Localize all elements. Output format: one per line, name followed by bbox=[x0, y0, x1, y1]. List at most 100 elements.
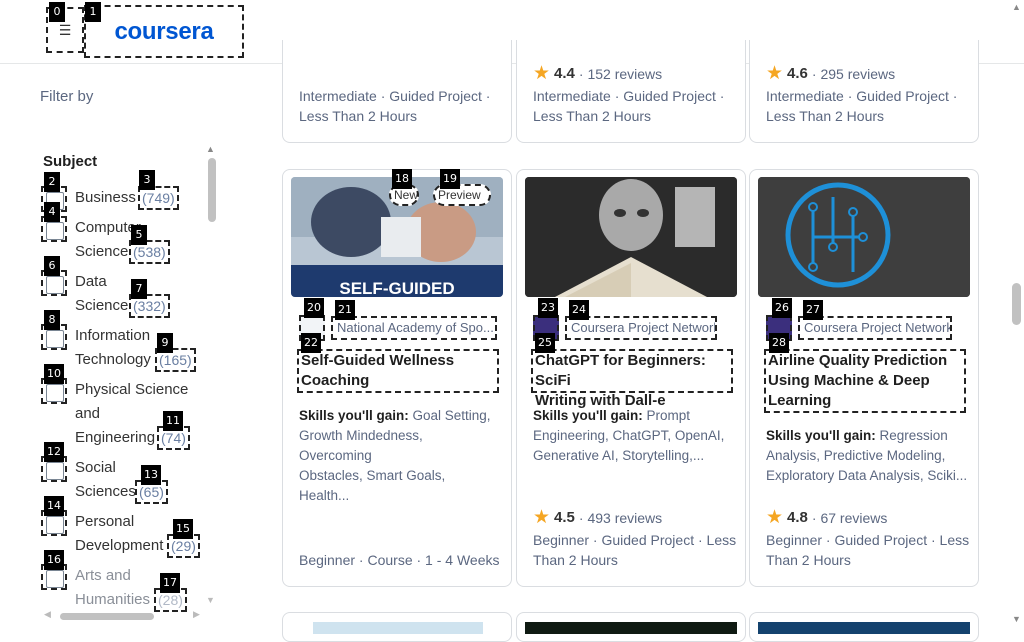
course-title-link[interactable]: Airline Quality Prediction Using Machine… bbox=[764, 349, 966, 413]
subject-option-label: Arts and bbox=[75, 567, 131, 584]
marker-badge: 26 bbox=[772, 298, 792, 318]
marker-badge: 14 bbox=[44, 496, 64, 516]
sidebar-scroll-down-arrow[interactable]: ▼ bbox=[206, 595, 215, 605]
star-icon: ★ bbox=[766, 63, 784, 84]
card-meta: Than 2 Hours bbox=[533, 552, 618, 568]
coursera-logo[interactable]: coursera bbox=[84, 5, 244, 58]
course-card[interactable]: ★ 4.4 · 152 reviews Intermediate · Guide… bbox=[516, 40, 746, 143]
marker-badge: 8 bbox=[44, 310, 60, 330]
sidebar-scrollbar-thumb[interactable] bbox=[208, 158, 216, 222]
marker-badge: 25 bbox=[535, 333, 555, 353]
svg-text:SELF-GUIDED: SELF-GUIDED bbox=[339, 279, 454, 297]
course-thumbnail bbox=[525, 622, 737, 634]
page-scroll-down-arrow[interactable]: ▼ bbox=[1012, 614, 1021, 624]
subject-option-label: Data bbox=[75, 273, 107, 290]
subject-option-label: Social bbox=[75, 459, 116, 476]
skills-text: Skills you'll gain: Goal Setting, Growth… bbox=[299, 408, 491, 503]
marker-badge: 0 bbox=[49, 2, 65, 22]
marker-badge: 7 bbox=[131, 279, 147, 299]
course-card[interactable]: SELF-GUIDED New Preview National Academy… bbox=[282, 169, 512, 587]
card-meta: Less Than 2 Hours bbox=[766, 108, 885, 124]
sidebar-scroll-left-arrow[interactable]: ◀ bbox=[44, 609, 51, 620]
page-scrollbar-thumb[interactable] bbox=[1012, 283, 1021, 325]
subject-option-label: Information bbox=[75, 327, 151, 344]
card-rating: ★ 4.5 · 493 reviews bbox=[533, 507, 663, 528]
thumbnail-image bbox=[525, 177, 737, 297]
page-scroll-up-arrow[interactable]: ▲ bbox=[1012, 2, 1021, 12]
subject-option-label: Engineering bbox=[75, 429, 156, 446]
marker-badge: 19 bbox=[440, 169, 460, 189]
subject-option-label: and bbox=[75, 405, 101, 422]
star-icon: ★ bbox=[533, 63, 551, 84]
subject-option-label: Technology bbox=[75, 351, 151, 368]
course-card[interactable] bbox=[749, 612, 979, 642]
marker-badge: 27 bbox=[803, 300, 823, 320]
marker-badge: 10 bbox=[44, 364, 64, 384]
card-meta: Intermediate · Guided Project · bbox=[533, 88, 725, 104]
course-thumbnail bbox=[758, 622, 970, 634]
card-meta: Beginner · Guided Project · Less bbox=[533, 532, 737, 548]
marker-badge: 23 bbox=[538, 298, 558, 318]
card-rating: ★ 4.6 · 295 reviews bbox=[766, 63, 896, 84]
filter-by-label: Filter by bbox=[40, 88, 94, 105]
subject-option-label: Development bbox=[75, 537, 164, 554]
marker-badge: 6 bbox=[44, 256, 60, 276]
circuit-brain-icon bbox=[758, 177, 970, 297]
marker-badge: 18 bbox=[392, 169, 412, 189]
marker-badge: 2 bbox=[44, 172, 60, 192]
course-card[interactable]: ★ 4.6 · 295 reviews Intermediate · Guide… bbox=[749, 40, 979, 143]
subject-option-label: Personal bbox=[75, 513, 135, 530]
course-thumbnail bbox=[758, 177, 970, 297]
marker-badge: 12 bbox=[44, 442, 64, 462]
marker-badge: 15 bbox=[173, 519, 193, 539]
marker-badge: 9 bbox=[157, 333, 173, 353]
course-thumbnail bbox=[313, 622, 483, 634]
marker-badge: 13 bbox=[141, 465, 161, 485]
card-meta: Intermediate · Guided Project · bbox=[766, 88, 958, 104]
partner-name[interactable]: National Academy of Spo... bbox=[331, 316, 497, 340]
card-meta: Beginner · Course · 1 - 4 Weeks bbox=[299, 552, 500, 568]
course-title-link[interactable]: Self-Guided Wellness Coaching bbox=[297, 349, 499, 393]
course-card[interactable]: Coursera Project Network Airline Quality… bbox=[749, 169, 979, 587]
subject-option-label: Science bbox=[75, 243, 129, 260]
card-meta: Less Than 2 Hours bbox=[299, 108, 418, 124]
skills-text: Skills you'll gain: Prompt Engineering, … bbox=[533, 408, 725, 463]
subject-option-label: Science bbox=[75, 297, 129, 314]
marker-badge: 24 bbox=[569, 300, 589, 320]
sidebar-scroll-up-arrow[interactable]: ▲ bbox=[206, 144, 215, 154]
card-meta: Beginner · Guided Project · Less bbox=[766, 532, 970, 548]
marker-badge: 16 bbox=[44, 550, 64, 570]
marker-badge: 4 bbox=[44, 202, 60, 222]
marker-badge: 17 bbox=[160, 573, 180, 593]
star-icon: ★ bbox=[766, 507, 784, 528]
course-thumbnail bbox=[525, 177, 737, 297]
sidebar-scroll-right-arrow[interactable]: ▶ bbox=[193, 609, 200, 620]
course-card[interactable] bbox=[282, 612, 512, 642]
course-card[interactable]: Intermediate · Guided Project · Less Tha… bbox=[282, 40, 512, 143]
card-meta: Intermediate · Guided Project · bbox=[299, 88, 491, 104]
subject-option-label: Business bbox=[75, 189, 136, 206]
card-meta: Less Than 2 Hours bbox=[533, 108, 652, 124]
course-card[interactable] bbox=[516, 612, 746, 642]
course-title-link[interactable]: ChatGPT for Beginners: SciFi Writing wit… bbox=[531, 349, 733, 409]
marker-badge: 28 bbox=[769, 333, 789, 353]
card-rating: ★ 4.8 · 67 reviews bbox=[766, 507, 888, 528]
subject-option-label: Sciences bbox=[75, 483, 136, 500]
star-icon: ★ bbox=[533, 507, 551, 528]
subject-option-label: Physical Science bbox=[75, 381, 189, 398]
course-card[interactable]: Coursera Project Network ChatGPT for Beg… bbox=[516, 169, 746, 587]
skills-text: Skills you'll gain: Regression Analysis,… bbox=[766, 428, 968, 483]
marker-badge: 3 bbox=[139, 170, 155, 190]
subject-heading: Subject bbox=[43, 153, 98, 170]
marker-badge: 11 bbox=[163, 411, 183, 431]
sidebar-horizontal-scrollbar-thumb[interactable] bbox=[60, 613, 154, 620]
hamburger-icon: ☰ bbox=[58, 21, 72, 38]
card-meta: Than 2 Hours bbox=[766, 552, 851, 568]
marker-badge: 5 bbox=[131, 225, 147, 245]
marker-badge: 22 bbox=[301, 333, 321, 353]
marker-badge: 21 bbox=[335, 300, 355, 320]
marker-badge: 20 bbox=[304, 298, 324, 318]
card-rating: ★ 4.4 · 152 reviews bbox=[533, 63, 663, 84]
subject-option-label: Humanities bbox=[75, 591, 151, 608]
marker-badge: 1 bbox=[85, 2, 101, 22]
